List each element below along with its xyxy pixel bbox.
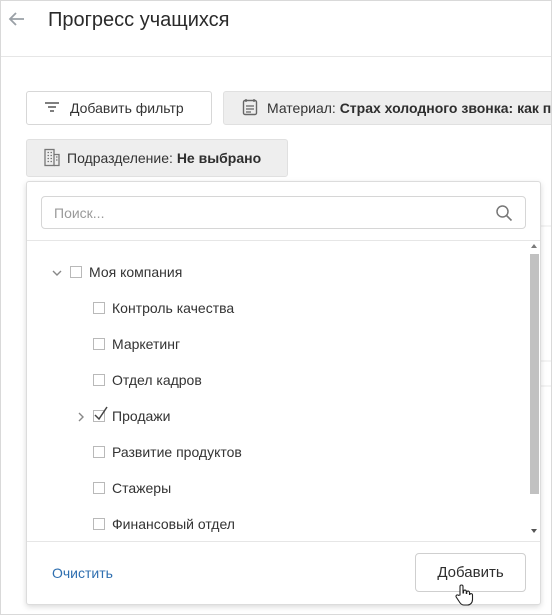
footer-divider bbox=[27, 541, 540, 542]
tree-label: Контроль качества bbox=[112, 300, 235, 316]
add-button-label: Добавить bbox=[437, 564, 504, 581]
search-divider bbox=[27, 240, 540, 241]
unit-dropdown-panel: Моя компания Контроль качества Маркетинг… bbox=[26, 181, 541, 605]
app-window: Прогресс учащихся Добавить фильтр Матери… bbox=[0, 0, 552, 615]
add-filter-label: Добавить фильтр bbox=[70, 100, 184, 116]
department-tree: Моя компания Контроль качества Маркетинг… bbox=[27, 242, 527, 539]
checkbox[interactable] bbox=[93, 518, 105, 530]
tree-row-hr[interactable]: Отдел кадров bbox=[93, 368, 202, 392]
page-title: Прогресс учащихся bbox=[48, 9, 230, 31]
tree-label: Финансовый отдел bbox=[112, 516, 235, 532]
add-filter-button[interactable]: Добавить фильтр bbox=[26, 91, 212, 125]
material-filter-chip[interactable]: Материал: Страх холодного звонка: как п bbox=[223, 91, 552, 125]
search-field[interactable] bbox=[41, 196, 526, 229]
search-icon[interactable] bbox=[495, 204, 513, 227]
clear-link[interactable]: Очистить bbox=[52, 565, 113, 581]
hand-pointer-icon bbox=[454, 583, 474, 612]
checkbox[interactable] bbox=[93, 338, 105, 350]
filter-lines-icon bbox=[43, 100, 61, 117]
tree-row-root[interactable]: Моя компания bbox=[51, 260, 182, 284]
tree-label: Маркетинг bbox=[112, 336, 181, 352]
search-input[interactable] bbox=[52, 203, 476, 222]
tree-label: Развитие продуктов bbox=[112, 444, 242, 460]
material-value: Страх холодного звонка: как п bbox=[339, 100, 552, 116]
material-key: Материал: bbox=[267, 100, 336, 116]
chevron-right-icon[interactable] bbox=[75, 410, 87, 426]
tree-label: Продажи bbox=[112, 408, 171, 424]
scroll-up-icon[interactable] bbox=[531, 244, 537, 248]
building-icon bbox=[43, 147, 61, 170]
back-arrow-icon[interactable] bbox=[7, 8, 29, 30]
checkbox-root[interactable] bbox=[70, 266, 82, 278]
chevron-down-icon[interactable] bbox=[51, 266, 63, 282]
tree-row-finance[interactable]: Финансовый отдел bbox=[93, 512, 235, 536]
scroll-down-icon[interactable] bbox=[531, 529, 537, 533]
checkbox[interactable] bbox=[93, 374, 105, 386]
unit-filter-chip[interactable]: Подразделение: Не выбрано bbox=[26, 139, 288, 177]
checkbox[interactable] bbox=[93, 302, 105, 314]
checkbox[interactable] bbox=[93, 446, 105, 458]
tree-row-marketing[interactable]: Маркетинг bbox=[93, 332, 180, 356]
page-header: Прогресс учащихся bbox=[1, 1, 551, 57]
background-table-edge bbox=[541, 181, 551, 611]
checkbox-checked[interactable] bbox=[93, 406, 108, 422]
tree-row-product-dev[interactable]: Развитие продуктов bbox=[93, 440, 242, 464]
tree-row-quality-control[interactable]: Контроль качества bbox=[93, 296, 234, 320]
unit-key: Подразделение: bbox=[67, 150, 173, 166]
unit-value: Не выбрано bbox=[176, 150, 262, 166]
calendar-icon bbox=[242, 98, 258, 119]
scrollbar-thumb[interactable] bbox=[530, 254, 539, 494]
tree-scrollbar[interactable] bbox=[528, 242, 540, 539]
tree-label: Стажеры bbox=[112, 480, 172, 496]
tree-row-sales[interactable]: Продажи bbox=[75, 404, 170, 428]
tree-label-root: Моя компания bbox=[89, 264, 183, 280]
tree-label: Отдел кадров bbox=[112, 372, 202, 388]
tree-row-interns[interactable]: Стажеры bbox=[93, 476, 171, 500]
checkbox[interactable] bbox=[93, 482, 105, 494]
